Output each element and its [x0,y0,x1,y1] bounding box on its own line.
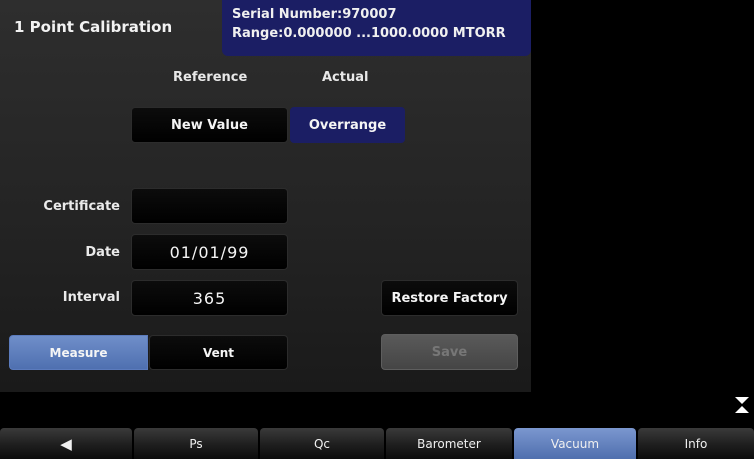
tab-label: Barometer [417,436,481,451]
new-value-button[interactable]: New Value [131,107,288,143]
tab-back[interactable]: ◀ [0,428,132,459]
restore-factory-button[interactable]: Restore Factory [381,280,518,316]
tab-label: Ps [189,436,203,451]
tab-info[interactable]: Info [638,428,754,459]
certificate-field[interactable] [131,188,288,224]
actual-column-header: Actual [322,70,369,85]
tab-vacuum[interactable]: Vacuum [514,428,636,459]
tab-qc[interactable]: Qc [260,428,384,459]
range-text: Range:0.000000 ...1000.0000 MTORR [232,26,506,41]
reference-column-header: Reference [173,70,248,85]
collapse-arrows-icon[interactable] [735,395,749,415]
bottom-tab-bar: ◀ Ps Qc Barometer Vacuum Info [0,428,754,459]
vent-button[interactable]: Vent [149,335,288,370]
interval-field[interactable]: 365 [131,280,288,316]
serial-info-box: Serial Number:970007 Range:0.000000 ...1… [222,0,531,56]
overrange-button[interactable]: Overrange [290,107,405,143]
back-arrow-icon: ◀ [60,434,72,453]
certificate-label: Certificate [43,199,120,214]
tab-barometer[interactable]: Barometer [386,428,512,459]
tab-label: Qc [313,436,331,451]
date-label: Date [85,245,120,260]
save-button[interactable]: Save [381,334,518,370]
tab-label: Info [684,436,708,451]
page-title: 1 Point Calibration [14,18,173,36]
tab-label: Vacuum [550,436,600,451]
interval-label: Interval [62,290,120,305]
measure-button[interactable]: Measure [9,335,148,370]
serial-number: Serial Number:970007 [232,7,397,22]
tab-ps[interactable]: Ps [134,428,258,459]
date-field[interactable]: 01/01/99 [131,234,288,270]
